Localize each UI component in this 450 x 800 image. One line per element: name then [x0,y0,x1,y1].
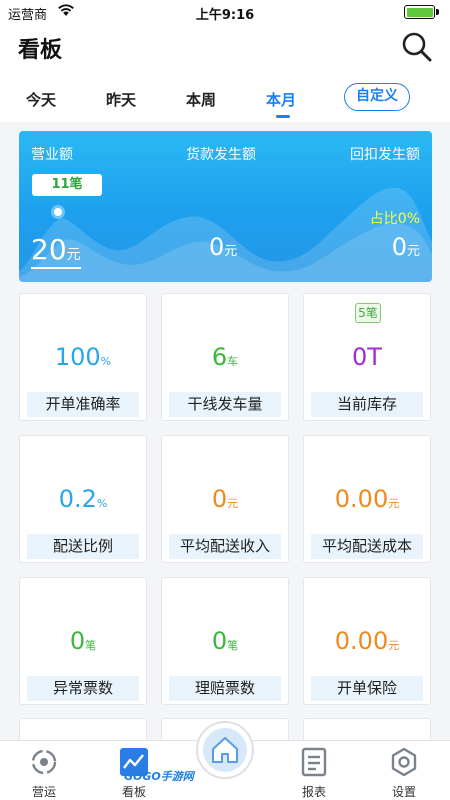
metric-unit: % [100,355,112,368]
metric-number: 0T [352,343,382,371]
metric-unit: % [96,497,108,510]
metric-number: 6 [211,343,228,371]
metric-unit: 元 [227,497,239,510]
payment-unit: 元 [224,244,238,259]
payment-amount: 0 [209,233,225,261]
metric-unit: 元 [388,497,400,510]
tab-yesterday[interactable]: 昨天 [106,89,136,110]
active-tab-indicator [276,115,290,118]
metric-unit: 车 [227,355,239,368]
metric-label: 配送比例 [27,534,139,559]
payment-label: 货款发生额 [186,147,256,163]
tabbar-item-reports[interactable]: 报表 [274,741,354,800]
metric-value: 0.2% [20,485,146,513]
metric-number: 0.00 [334,485,389,513]
metric-label: 开单准确率 [27,392,139,417]
metric-label: 平均配送成本 [311,534,423,559]
metric-label: 理赔票数 [169,676,281,701]
tabbar-label: 营运 [31,785,56,799]
metric-count-badge: 5笔 [355,303,381,323]
metric-label: 开单保险 [311,676,423,701]
revenue-count-badge: 11笔 [32,174,102,196]
metric-number: 0 [211,485,228,513]
metric-value: 0笔 [20,627,146,655]
metric-card[interactable]: 6车干线发车量 [161,293,289,421]
tab-today[interactable]: 今天 [26,89,56,110]
page-title: 看板 [18,38,63,63]
metric-number: 0.00 [334,627,389,655]
battery-level [406,7,433,17]
metric-unit: 元 [388,639,400,652]
metric-value: 100% [20,343,146,371]
settings-gear-icon [391,747,417,777]
summary-banner[interactable]: 营业额 货款发生额 回扣发生额 11笔 占比0% 20元 0元 0元 [19,131,432,282]
tabbar-label: 设置 [391,785,416,799]
rebate-amount: 0 [391,233,407,261]
tabbar-item-settings[interactable]: 设置 [364,741,444,800]
home-button-inner [203,728,247,772]
metric-card[interactable]: 0.00元开单保险 [303,577,431,705]
metric-card[interactable]: 0.00元平均配送成本 [303,435,431,563]
home-icon [212,737,238,763]
metric-number: 0.2 [58,485,97,513]
tab-this-week[interactable]: 本周 [186,89,216,110]
metric-card[interactable]: 100% 开单准确率 [19,293,147,421]
rebate-value: 0元 [392,233,420,261]
metric-label: 异常票数 [27,676,139,701]
revenue-value[interactable]: 20元 [31,233,81,269]
rebate-label: 回扣发生额 [350,147,420,163]
metric-value: 0笔 [162,627,288,655]
metric-card[interactable]: 0笔异常票数 [19,577,147,705]
metric-value: 0.00元 [304,485,430,513]
battery-icon [404,5,440,19]
metric-card[interactable]: 0笔理赔票数 [161,577,289,705]
tab-this-month[interactable]: 本月 [266,89,296,110]
metric-value: 0元 [162,485,288,513]
rebate-unit: 元 [406,244,420,259]
metric-card[interactable]: 0元平均配送收入 [161,435,289,563]
metric-value: 0.00元 [304,627,430,655]
metric-label: 干线发车量 [169,392,281,417]
search-icon[interactable] [400,30,434,64]
revenue-label: 营业额 [31,147,73,163]
tabbar-item-operations[interactable]: 营运 [4,741,84,800]
metric-value: 0T [304,343,430,371]
payment-value: 0元 [209,233,237,261]
home-button[interactable] [196,721,254,779]
metric-card[interactable]: 0.2% 配送比例 [19,435,147,563]
tabbar-label: 报表 [301,785,326,799]
metric-label: 平均配送收入 [169,534,281,559]
report-icon [301,747,327,777]
revenue-amount: 20 [31,233,67,266]
operations-icon [31,749,57,775]
metric-label: 当前库存 [311,392,423,417]
metric-value: 6车 [162,343,288,371]
revenue-unit: 元 [66,247,81,263]
metric-number: 100 [54,343,101,371]
app-header: 看板 [0,24,450,70]
tabbar-label: 看板 [121,785,146,799]
custom-range-button[interactable]: 自定义 [344,83,410,111]
metric-unit: 笔 [85,639,97,652]
rebate-ratio: 占比0% [369,211,420,227]
metric-number: 0 [211,627,228,655]
chart-marker-dot [51,205,65,219]
metric-number: 0 [69,627,86,655]
watermark-text: GOGO手游网 [124,770,194,783]
metric-card[interactable]: 5笔 0T 当前库存 [303,293,431,421]
metric-unit: 笔 [227,639,239,652]
clock: 上午9:16 [195,8,255,23]
status-bar: 运营商 上午9:16 [0,0,450,24]
